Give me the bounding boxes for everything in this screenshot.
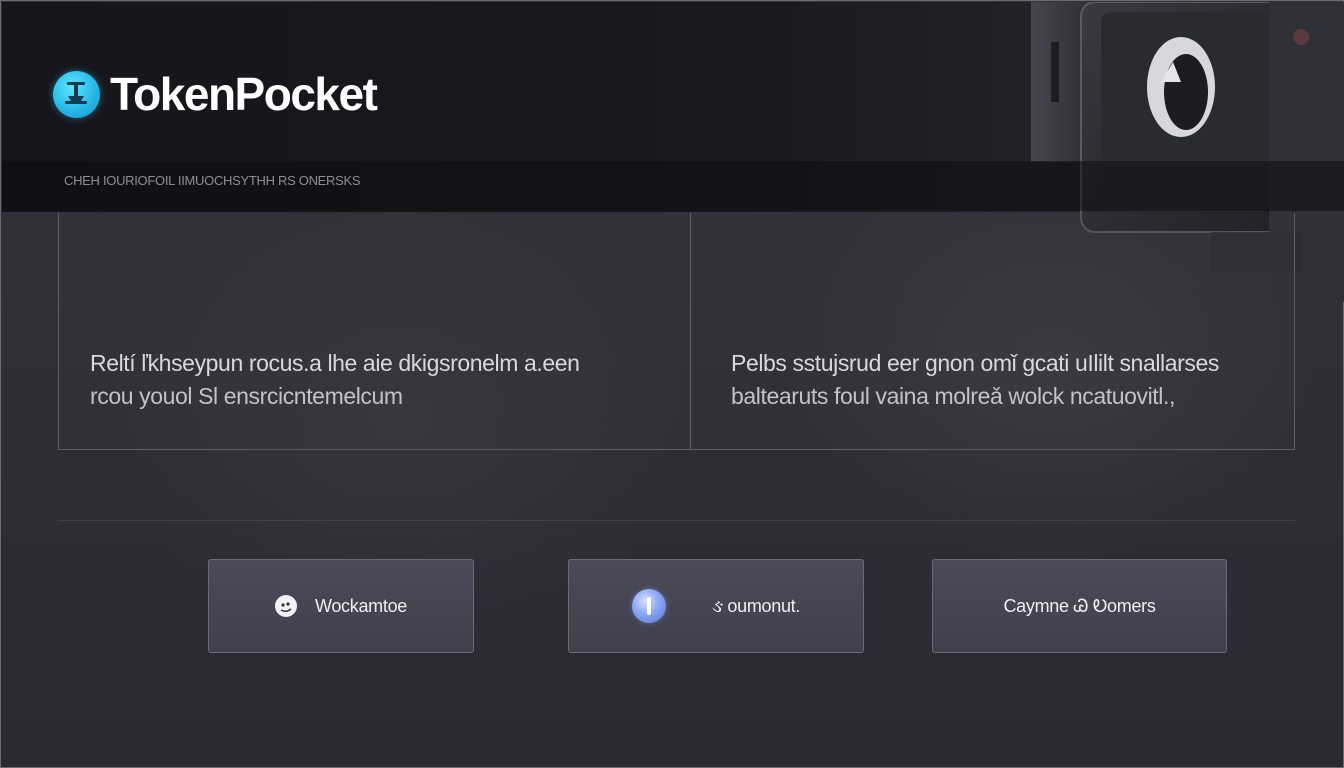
panel-divider <box>690 213 691 450</box>
action-button-2-glyph: ઙ <box>711 595 724 616</box>
brand-logo[interactable]: TokenPocket <box>53 67 378 121</box>
action-button-1[interactable]: Wockamtoe <box>208 559 474 653</box>
info-right-text: Pelbs sstujsrud eer gnon omǐ gcati uIlil… <box>731 347 1291 413</box>
info-left-text: Reltí ľkhseypun rocus.a lhe aie dkigsron… <box>90 347 670 413</box>
info-right-line1: Pelbs sstujsrud eer gnon omǐ gcati uIlil… <box>731 350 1219 376</box>
info-right-line2: baltearuts foul vaina molreǎ wolck ncatu… <box>731 383 1175 409</box>
chat-bubble-icon <box>274 595 297 617</box>
action-button-3[interactable]: Caymne Ꮚ Ꭷomers <box>932 559 1227 653</box>
brand-name: TokenPocket <box>110 68 378 120</box>
section-divider <box>58 520 1295 521</box>
tagline: CHEH IOURIOFOIL IIMUOCHSYTHH RS ONERSKS <box>64 173 361 188</box>
info-left-line1: Reltí ľkhseypun rocus.a lhe aie dkigsron… <box>90 350 580 376</box>
orb-info-icon <box>631 589 666 623</box>
action-button-3-label: Caymne Ꮚ Ꭷomers <box>1003 595 1156 616</box>
info-panel: Reltí ľkhseypun rocus.a lhe aie dkigsron… <box>58 213 1295 450</box>
action-button-2[interactable]: ઙ oumonut. <box>568 559 864 653</box>
tokenpocket-logo-icon <box>53 70 100 118</box>
action-button-2-label: oumonut. <box>727 595 801 616</box>
action-button-1-label: Wockamtoe <box>314 595 407 616</box>
app-screen: CHEH IOURIOFOIL IIMUOCHSYTHH RS ONERSKS … <box>0 0 1344 768</box>
info-left-line2: rcou youol Sl ensrcicntemelcum <box>90 383 403 409</box>
